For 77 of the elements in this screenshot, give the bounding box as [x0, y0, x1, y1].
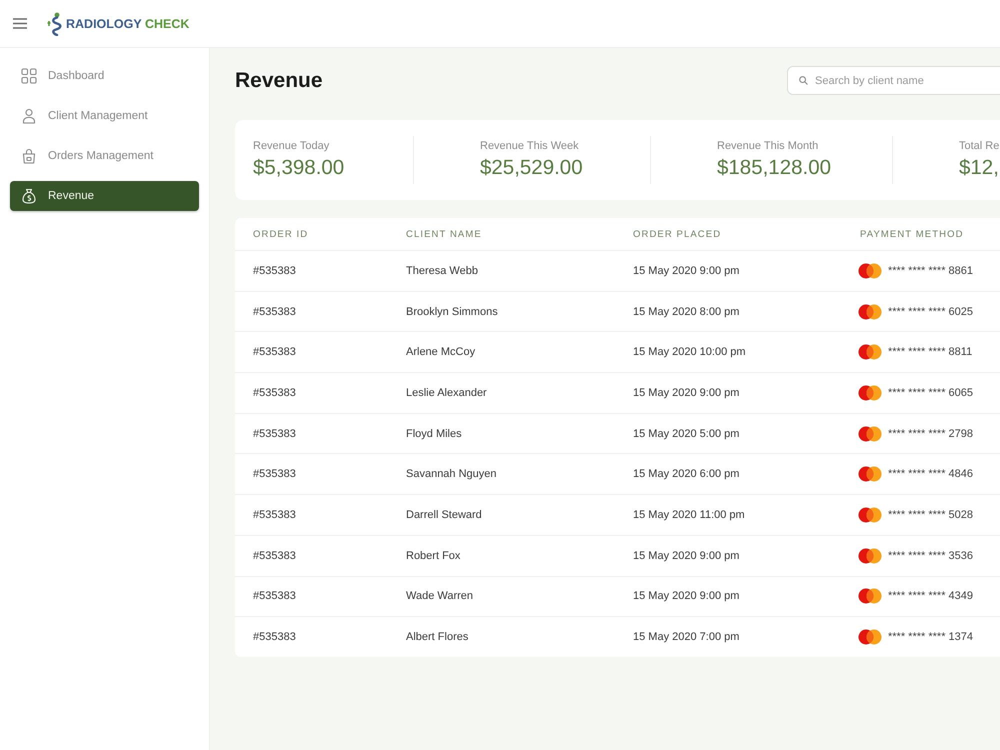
sidebar-item[interactable]: Orders Management [10, 141, 199, 171]
table-cell-text: Darrell Steward [406, 508, 483, 521]
table-cell-text: 15 May 2020 9:00 pm [633, 590, 740, 602]
card-number: **** **** **** 8811 [888, 346, 972, 358]
card-logo-icon [858, 304, 882, 320]
stat-value: $185,128.00 [717, 156, 832, 180]
card-logo-icon [858, 426, 882, 442]
column-header: ORDER ID [252, 228, 310, 240]
table-cell-text: #535383 [252, 550, 297, 562]
grid-icon [21, 68, 37, 84]
sidebar-item[interactable]: Revenue [10, 181, 199, 211]
card-logo-icon [858, 548, 882, 564]
table-cell-text: #535383 [252, 264, 297, 277]
table-cell-text: Savannah Nguyen [406, 468, 498, 480]
table-cell-text: #535383 [252, 346, 297, 358]
sidebar-item[interactable]: Dashboard [10, 61, 199, 91]
table-cell-text: #535383 [252, 468, 297, 480]
table-cell-text: Leslie Alexander [406, 386, 488, 399]
card-number: **** **** **** 6065 [888, 386, 974, 399]
sidebar-item[interactable]: Client Management [10, 101, 199, 131]
card-number: **** **** **** 3536 [888, 550, 974, 562]
card-number: **** **** **** 2798 [888, 428, 974, 440]
money-bag-icon [21, 188, 37, 204]
table-cell-text: #535383 [252, 508, 297, 521]
column-header: ORDER PLACED [633, 228, 722, 240]
card-logo-icon [858, 506, 882, 523]
card-logo-icon [858, 629, 882, 646]
table-cell-text: #535383 [252, 386, 297, 399]
stat-value: $12, [959, 156, 1000, 180]
table-cell-text: Robert Fox [406, 550, 462, 562]
card-number: **** **** **** 5028 [888, 508, 974, 521]
card-logo-icon [858, 466, 882, 482]
card-number: **** **** **** 4349 [888, 590, 974, 602]
table-cell-text: Floyd Miles [406, 428, 463, 440]
table-cell-text: Arlene McCoy [406, 346, 476, 358]
column-header: PAYMENT METHOD [860, 228, 965, 240]
table-cell-text: 15 May 2020 8:00 pm [633, 306, 740, 318]
bag-icon [21, 148, 37, 164]
stat-value: $5,398.00 [253, 156, 346, 180]
table-cell-text: 15 May 2020 7:00 pm [633, 631, 740, 644]
search-icon [799, 76, 808, 85]
table-cell-text: 15 May 2020 9:00 pm [633, 386, 740, 399]
card-number: **** **** **** 8861 [888, 264, 974, 277]
table-cell-text: 15 May 2020 9:00 pm [633, 264, 740, 277]
logo-text: RADIOLOGY CHECK [66, 16, 190, 30]
table-cell-text: 15 May 2020 9:00 pm [633, 550, 740, 562]
table-cell-text: Albert Flores [406, 631, 470, 644]
card-logo-icon [858, 384, 882, 401]
stat-label: Revenue Today [253, 140, 330, 152]
page-title: Revenue [235, 68, 323, 92]
person-icon [21, 108, 37, 124]
card-logo-icon [858, 344, 882, 360]
menu-icon [13, 18, 27, 29]
stat-label: Revenue This Month [717, 140, 820, 152]
table-cell-text: 15 May 2020 10:00 pm [633, 346, 747, 358]
table-cell-text: #535383 [252, 631, 297, 644]
table-cell-text: 15 May 2020 6:00 pm [633, 468, 740, 480]
table-cell-text: 15 May 2020 11:00 pm [633, 508, 746, 521]
column-header: CLIENT NAME [406, 228, 483, 240]
table-cell-text: Theresa Webb [406, 264, 479, 277]
table-cell-text: Brooklyn Simmons [406, 306, 499, 318]
stat-label: Revenue This Week [480, 140, 580, 152]
search-field[interactable]: Search by client name [787, 66, 1000, 95]
card-number: **** **** **** 1374 [888, 631, 974, 644]
card-logo-icon [858, 262, 882, 279]
card-logo-icon [858, 588, 882, 604]
table-cell-text: #535383 [252, 428, 297, 440]
stat-value: $25,529.00 [480, 156, 584, 180]
logo-icon [46, 12, 64, 36]
stat-label: Total Re [959, 140, 1000, 152]
table-cell-text: #535383 [252, 306, 297, 318]
table-cell-text: #535383 [252, 590, 297, 602]
card-number: **** **** **** 6025 [888, 306, 974, 318]
table-cell-text: Wade Warren [406, 590, 474, 602]
card-number: **** **** **** 4846 [888, 468, 974, 480]
table-cell-text: 15 May 2020 5:00 pm [633, 428, 740, 440]
menu-button[interactable] [12, 16, 28, 30]
